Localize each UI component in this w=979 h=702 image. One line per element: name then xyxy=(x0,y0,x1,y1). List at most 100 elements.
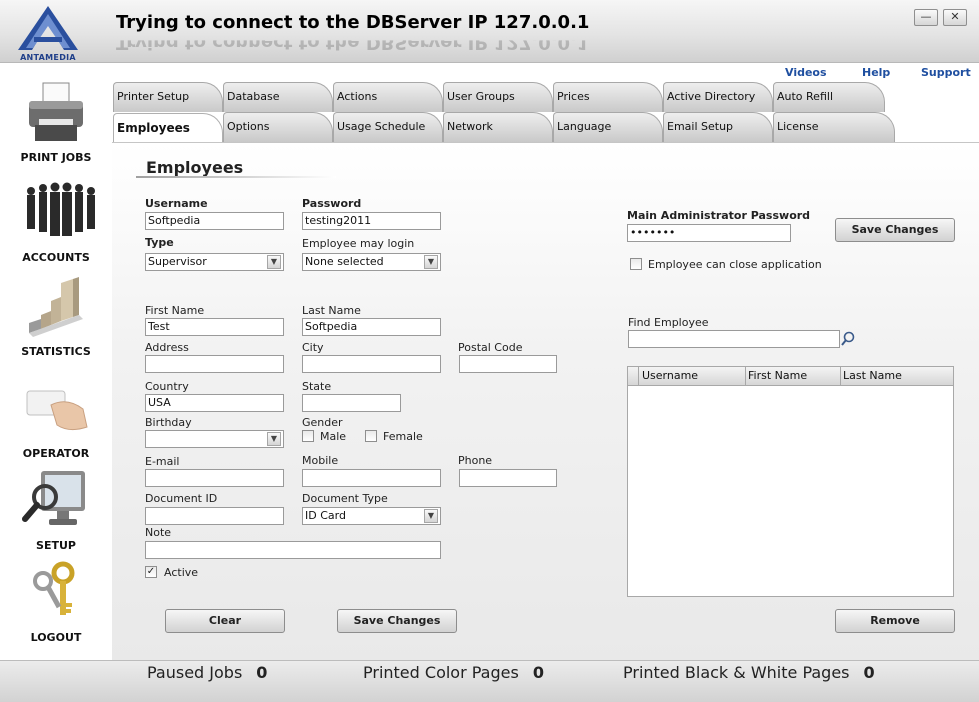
password-input[interactable]: testing2011 xyxy=(302,212,441,230)
last-name-input[interactable]: Softpedia xyxy=(302,318,441,336)
country-label: Country xyxy=(145,380,189,393)
email-label: E-mail xyxy=(145,455,180,468)
sidebar-item-setup[interactable]: SETUP xyxy=(0,467,112,552)
active-checkbox[interactable]: ✓ xyxy=(145,566,157,578)
close-button[interactable]: ✕ xyxy=(943,9,967,26)
title-bar: ANTAMEDIA Trying to connect to the DBSer… xyxy=(0,0,979,63)
sidebar: PRINT JOBS ACCOUNTS STATISTICS OPERATOR … xyxy=(0,63,112,659)
mobile-input[interactable] xyxy=(302,469,441,487)
chevron-down-icon[interactable]: ▼ xyxy=(424,509,438,523)
bw-pages-stat: Printed Black & White Pages 0 xyxy=(623,663,875,682)
postal-code-input[interactable] xyxy=(459,355,557,373)
address-input[interactable] xyxy=(145,355,284,373)
document-id-input[interactable] xyxy=(145,507,284,525)
username-input[interactable]: Softpedia xyxy=(145,212,284,230)
phone-label: Phone xyxy=(458,454,493,467)
may-login-select[interactable]: None selected ▼ xyxy=(302,253,441,271)
keys-icon xyxy=(21,559,91,629)
document-type-select[interactable]: ID Card ▼ xyxy=(302,507,441,525)
videos-link[interactable]: Videos xyxy=(785,66,827,79)
chevron-down-icon[interactable]: ▼ xyxy=(267,255,281,269)
people-icon xyxy=(21,179,95,249)
sidebar-item-logout[interactable]: LOGOUT xyxy=(0,559,112,644)
color-pages-value: 0 xyxy=(532,663,544,682)
paused-jobs-stat: Paused Jobs 0 xyxy=(147,663,267,682)
search-icon[interactable] xyxy=(840,330,856,348)
birthday-label: Birthday xyxy=(145,416,192,429)
city-label: City xyxy=(302,341,324,354)
status-bar: Paused Jobs 0 Printed Color Pages 0 Printe… xyxy=(0,660,979,702)
note-input[interactable] xyxy=(145,541,441,559)
gender-label: Gender xyxy=(302,416,343,429)
male-checkbox[interactable] xyxy=(302,430,314,442)
find-employee-input[interactable] xyxy=(628,330,840,348)
logo-a-icon xyxy=(18,6,78,50)
tab-employees[interactable]: Employees xyxy=(113,113,223,143)
username-label: Username xyxy=(145,197,208,210)
mobile-label: Mobile xyxy=(302,454,339,467)
tab-actions[interactable]: Actions xyxy=(333,82,443,112)
state-input[interactable] xyxy=(302,394,401,412)
password-label: Password xyxy=(302,197,362,210)
sidebar-item-label: PRINT JOBS xyxy=(20,151,92,164)
country-input[interactable]: USA xyxy=(145,394,284,412)
monitor-magnifier-icon xyxy=(21,467,91,537)
save-changes-button[interactable]: Save Changes xyxy=(337,609,457,633)
admin-save-changes-button[interactable]: Save Changes xyxy=(835,218,955,242)
clear-button[interactable]: Clear xyxy=(165,609,285,633)
sidebar-item-statistics[interactable]: STATISTICS xyxy=(0,273,112,358)
tab-network[interactable]: Network xyxy=(443,112,553,142)
first-name-input[interactable]: Test xyxy=(145,318,284,336)
window-title: Trying to connect to the DBServer IP 127… xyxy=(116,12,590,33)
tab-auto-refill[interactable]: Auto Refill xyxy=(773,82,885,112)
column-username[interactable]: Username xyxy=(642,369,698,382)
tab-printer-setup[interactable]: Printer Setup xyxy=(113,82,223,112)
tab-database[interactable]: Database xyxy=(223,82,333,112)
type-select[interactable]: Supervisor ▼ xyxy=(145,253,284,271)
color-pages-stat: Printed Color Pages 0 xyxy=(363,663,544,682)
can-close-checkbox[interactable] xyxy=(630,258,642,270)
remove-button[interactable]: Remove xyxy=(835,609,955,633)
section-divider xyxy=(136,176,336,178)
tab-language[interactable]: Language xyxy=(553,112,663,142)
address-label: Address xyxy=(145,341,189,354)
note-label: Note xyxy=(145,526,172,539)
type-label: Type xyxy=(145,236,174,249)
column-first-name[interactable]: First Name xyxy=(748,369,807,382)
chevron-down-icon[interactable]: ▼ xyxy=(424,255,438,269)
admin-password-input[interactable]: ••••••• xyxy=(627,224,791,242)
find-employee-label: Find Employee xyxy=(628,316,709,329)
bw-pages-value: 0 xyxy=(863,663,875,682)
tab-license[interactable]: License xyxy=(773,112,895,142)
tab-prices[interactable]: Prices xyxy=(553,82,663,112)
sidebar-item-label: LOGOUT xyxy=(30,631,82,644)
employees-table[interactable]: Username First Name Last Name xyxy=(627,366,954,597)
first-name-label: First Name xyxy=(145,304,205,317)
support-link[interactable]: Support xyxy=(921,66,971,79)
sidebar-item-label: STATISTICS xyxy=(21,345,91,358)
sidebar-item-operator[interactable]: OPERATOR xyxy=(0,375,112,460)
tab-options[interactable]: Options xyxy=(223,112,333,142)
city-input[interactable] xyxy=(302,355,441,373)
sidebar-item-accounts[interactable]: ACCOUNTS xyxy=(0,179,112,264)
can-close-label: Employee can close application xyxy=(648,258,822,271)
help-link[interactable]: Help xyxy=(862,66,890,79)
minimize-button[interactable]: — xyxy=(914,9,938,26)
tab-usage-schedule[interactable]: Usage Schedule xyxy=(333,112,443,142)
email-input[interactable] xyxy=(145,469,284,487)
section-title: Employees xyxy=(146,158,244,177)
female-checkbox[interactable] xyxy=(365,430,377,442)
column-last-name[interactable]: Last Name xyxy=(843,369,902,382)
chevron-down-icon[interactable]: ▼ xyxy=(267,432,281,446)
phone-input[interactable] xyxy=(459,469,557,487)
logo-text: ANTAMEDIA xyxy=(20,53,76,62)
tab-email-setup[interactable]: Email Setup xyxy=(663,112,773,142)
tab-user-groups[interactable]: User Groups xyxy=(443,82,553,112)
document-id-label: Document ID xyxy=(145,492,218,505)
tab-active-directory[interactable]: Active Directory xyxy=(663,82,773,112)
sidebar-item-label: OPERATOR xyxy=(22,447,90,460)
bar-chart-icon xyxy=(21,273,91,343)
printer-icon xyxy=(21,79,91,149)
birthday-picker[interactable]: ▼ xyxy=(145,430,284,448)
sidebar-item-print-jobs[interactable]: PRINT JOBS xyxy=(0,79,112,164)
